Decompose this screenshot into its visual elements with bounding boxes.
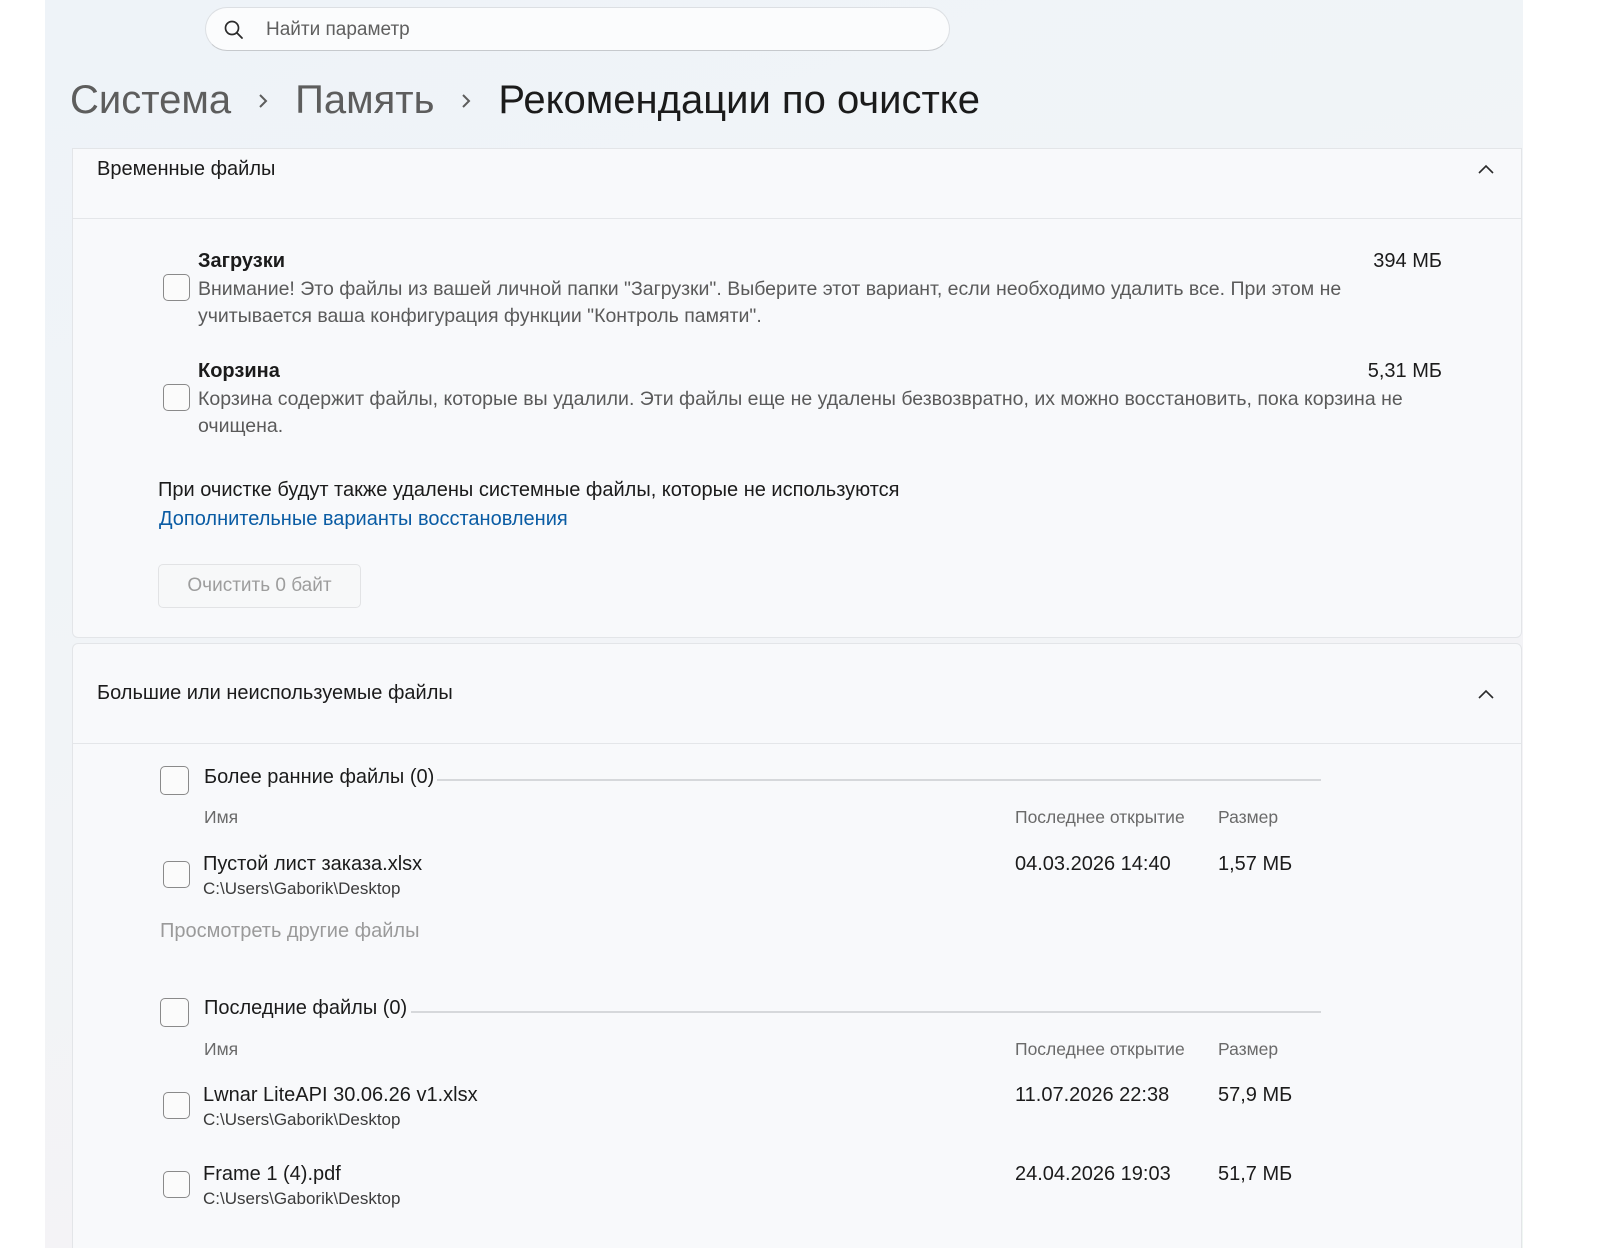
recent-files-title: Последние файлы (0) xyxy=(204,997,408,1019)
settings-window: Система Память Рекомендации по очистке В… xyxy=(45,0,1523,1248)
clean-button[interactable]: Очистить 0 байт xyxy=(158,564,361,608)
search-input[interactable] xyxy=(264,8,928,52)
file-size: 1,57 МБ xyxy=(1218,853,1293,875)
temp-files-header[interactable]: Временные файлы xyxy=(73,149,1521,219)
temp-files-title: Временные файлы xyxy=(97,158,276,180)
chevron-right-icon xyxy=(259,93,268,108)
file-path: C:\Users\Gaborik\Desktop xyxy=(203,879,401,898)
file-size: 57,9 МБ xyxy=(1218,1084,1293,1106)
downloads-checkbox[interactable] xyxy=(163,274,190,301)
file-last-opened: 11.07.2026 22:38 xyxy=(1015,1084,1170,1106)
column-last-opened: Последнее открытие xyxy=(1015,807,1185,827)
breadcrumb-storage[interactable]: Память xyxy=(295,78,434,123)
recycle-bin-checkbox[interactable] xyxy=(163,384,190,411)
file-path: C:\Users\Gaborik\Desktop xyxy=(203,1189,401,1208)
page-title: Рекомендации по очистке xyxy=(498,78,981,122)
file-last-opened: 04.03.2026 14:40 xyxy=(1015,853,1171,875)
column-name: Имя xyxy=(204,1039,239,1059)
downloads-size: 394 МБ xyxy=(1373,250,1442,272)
file-name: Frame 1 (4).pdf xyxy=(203,1163,341,1185)
older-files-title: Более ранние файлы (0) xyxy=(204,766,435,788)
file-checkbox[interactable] xyxy=(163,1171,190,1198)
search-box[interactable] xyxy=(205,7,950,52)
column-last-opened: Последнее открытие xyxy=(1015,1039,1185,1059)
file-last-opened: 24.04.2026 19:03 xyxy=(1015,1163,1171,1185)
downloads-title: Загрузки xyxy=(198,250,286,272)
file-name: Пустой лист заказа.xlsx xyxy=(203,853,423,875)
search-icon xyxy=(224,20,243,39)
system-files-note: При очистке будут также удалены системны… xyxy=(158,479,900,501)
file-name: Lwnar LiteAPI 30.06.26 v1.xlsx xyxy=(203,1084,478,1106)
column-size: Размер xyxy=(1218,807,1279,827)
file-checkbox[interactable] xyxy=(163,861,190,888)
recycle-bin-title: Корзина xyxy=(198,360,280,382)
file-size: 51,7 МБ xyxy=(1218,1163,1293,1185)
recycle-bin-description: Корзина содержит файлы, которые вы удали… xyxy=(198,388,1403,437)
file-checkbox[interactable] xyxy=(163,1092,190,1119)
divider xyxy=(437,779,1321,781)
recent-files-checkbox[interactable] xyxy=(160,998,189,1027)
column-size: Размер xyxy=(1218,1039,1279,1059)
view-more-files-link[interactable]: Просмотреть другие файлы xyxy=(160,920,419,943)
older-files-checkbox[interactable] xyxy=(160,766,189,795)
breadcrumb-system[interactable]: Система xyxy=(70,78,231,123)
temp-files-card: Временные файлы Загрузки 394 МБ Внимание… xyxy=(72,148,1522,638)
chevron-up-icon[interactable] xyxy=(1476,160,1496,180)
large-files-header[interactable]: Большие или неиспользуемые файлы xyxy=(73,644,1521,744)
breadcrumb: Система Память Рекомендации по очистке xyxy=(70,78,980,123)
recycle-bin-size: 5,31 МБ xyxy=(1367,360,1442,382)
column-name: Имя xyxy=(204,807,239,827)
downloads-description: Внимание! Это файлы из вашей личной папк… xyxy=(198,278,1342,327)
large-files-card: Большие или неиспользуемые файлы Более р… xyxy=(72,643,1522,1248)
large-files-title: Большие или неиспользуемые файлы xyxy=(97,682,453,704)
chevron-up-icon[interactable] xyxy=(1476,685,1496,705)
recovery-options-link[interactable]: Дополнительные варианты восстановления xyxy=(159,508,568,531)
file-path: C:\Users\Gaborik\Desktop xyxy=(203,1110,401,1129)
chevron-right-icon xyxy=(462,93,471,108)
divider xyxy=(411,1011,1321,1013)
